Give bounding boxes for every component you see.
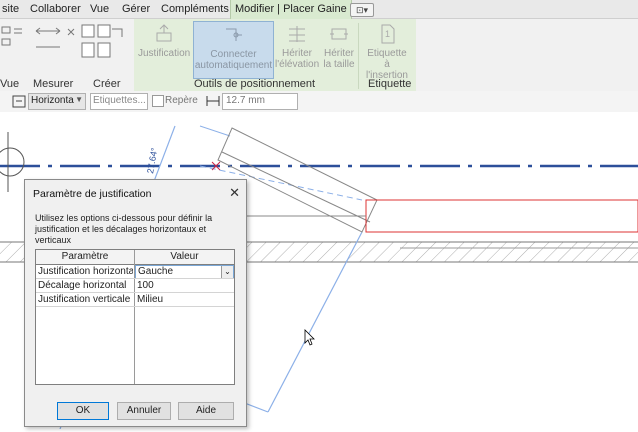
construction-line-top xyxy=(199,125,231,137)
justification-label: Justification xyxy=(138,48,191,59)
inherit-size-button[interactable]: Hériter la taille xyxy=(322,21,356,77)
chevron-down-icon[interactable]: ⌄ xyxy=(221,266,233,278)
column-header-parameter: Paramètre xyxy=(36,250,134,265)
orientation-value: Horizonta xyxy=(31,95,74,106)
justification-icon xyxy=(156,24,172,42)
inherit-elevation-label-2: l'élévation xyxy=(275,59,320,70)
length-input[interactable]: 12.7 mm xyxy=(222,93,298,110)
auto-connect-button[interactable]: Connecter automatiquement xyxy=(193,21,274,79)
paste-icon xyxy=(1,26,11,34)
panel-view-partial: Vue xyxy=(0,78,20,90)
tab-modifier-placer-gaine[interactable]: Modifier | Placer Gaine xyxy=(230,0,352,19)
param-horizontal-offset: Décalage horizontal xyxy=(38,280,127,291)
panel-positioning-tools: Outils de positionnement xyxy=(194,78,316,90)
options-bar: Horizonta ▼ Etiquettes... Repère 12.7 mm xyxy=(0,91,638,113)
length-value: 12.7 mm xyxy=(226,95,265,106)
orientation-icon xyxy=(12,95,26,108)
param-horizontal-justification: Justification horizontal xyxy=(38,266,133,277)
tab-complements[interactable]: Compléments xyxy=(161,0,229,18)
ribbon-left-tools xyxy=(1,24,123,58)
tag-on-placement-button[interactable]: 1 Etiquette à l'insertion xyxy=(362,21,412,81)
inherit-elevation-button[interactable]: Hériter l'élévation xyxy=(275,21,319,77)
leader-label: Repère xyxy=(165,95,198,106)
panel-measure: Mesurer xyxy=(33,78,74,90)
cancel-button[interactable]: Annuler xyxy=(117,402,171,420)
ribbon-toggle-button[interactable]: ⊡▾ xyxy=(350,3,374,17)
horizontal-justification-select[interactable]: Gauche ⌄ xyxy=(135,265,234,279)
param-vertical-justification: Justification verticale xyxy=(38,294,131,305)
horizontal-duct xyxy=(365,199,638,233)
horizontal-offset-value[interactable]: 100 xyxy=(137,279,232,292)
panel-tag: Etiquette xyxy=(368,78,412,90)
tag-label-1: Etiquette xyxy=(367,48,407,59)
panel-divider xyxy=(358,23,359,89)
row-divider xyxy=(36,306,234,307)
angle-dimension: 27.64° xyxy=(145,146,159,174)
auto-connect-icon xyxy=(225,28,242,41)
tab-site[interactable]: site xyxy=(2,0,19,18)
tags-button[interactable]: Etiquettes... xyxy=(90,93,148,110)
ribbon: Vue Mesurer Créer Justification Connecte… xyxy=(0,19,638,92)
inherit-size-label-2: la taille xyxy=(323,59,355,70)
inherit-size-label-1: Hériter xyxy=(323,48,354,59)
tab-gerer[interactable]: Gérer xyxy=(122,0,150,18)
inherit-elevation-icon xyxy=(289,26,305,42)
justification-dialog: Paramètre de justification ✕ Utilisez le… xyxy=(24,179,247,427)
column-header-value: Valeur xyxy=(135,250,234,265)
tab-collaborer[interactable]: Collaborer xyxy=(30,0,81,18)
close-icon[interactable]: ✕ xyxy=(229,185,240,201)
svg-text:1: 1 xyxy=(385,29,390,39)
tags-button-label: Etiquettes... xyxy=(93,95,146,106)
grid-bubble xyxy=(0,147,25,177)
horizontal-justification-value: Gauche xyxy=(138,266,174,277)
dialog-title: Paramètre de justification xyxy=(33,188,152,200)
auto-connect-label-1: Connecter xyxy=(210,49,257,60)
length-icon xyxy=(206,96,220,106)
help-button[interactable]: Aide xyxy=(178,402,234,420)
inherit-elevation-label-1: Hériter xyxy=(281,48,312,59)
vertical-justification-value[interactable]: Milieu xyxy=(137,293,232,306)
panel-create: Créer xyxy=(93,78,121,90)
dialog-description: Utilisez les options ci-dessous pour déf… xyxy=(35,213,213,245)
menu-bar: site Collaborer Vue Gérer Compléments Mo… xyxy=(0,0,638,19)
inherit-size-icon xyxy=(330,28,348,40)
orientation-select[interactable]: Horizonta ▼ xyxy=(28,93,86,110)
create-icon xyxy=(81,24,95,38)
parameter-grid: Paramètre Valeur Justification horizonta… xyxy=(35,249,235,385)
leader-checkbox[interactable] xyxy=(152,95,164,107)
ok-button[interactable]: OK xyxy=(57,402,109,420)
auto-connect-label-2: automatiquement xyxy=(194,60,273,71)
chevron-down-icon: ▼ xyxy=(75,95,83,104)
justification-button[interactable]: Justification xyxy=(138,21,190,77)
tag-icon: 1 xyxy=(381,24,395,44)
tab-vue[interactable]: Vue xyxy=(90,0,109,18)
measure-icon xyxy=(35,27,61,35)
